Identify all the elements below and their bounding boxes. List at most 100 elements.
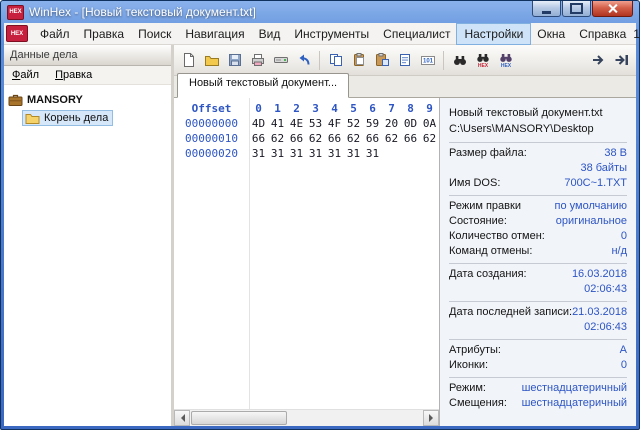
save-button[interactable] — [223, 49, 246, 72]
goto-offset-button[interactable] — [587, 49, 610, 72]
menu-item[interactable]: Правка — [77, 24, 132, 44]
maximize-button[interactable] — [562, 1, 591, 17]
find-hex-icon: HEX — [475, 52, 491, 68]
scroll-right-button[interactable] — [423, 410, 439, 426]
winhex-logo-icon: HEX — [6, 25, 28, 42]
info-value: 21.03.2018 — [572, 305, 627, 320]
info-row: Состояние: оригинальное — [449, 214, 627, 229]
copy-as-hex-button[interactable] — [393, 49, 416, 72]
copy-button[interactable] — [324, 49, 347, 72]
info-row: Имя DOS: 700C~1.TXT — [449, 176, 627, 191]
tab-document[interactable]: Новый текстовый документ... — [177, 73, 349, 98]
menu-item[interactable]: Окна — [530, 24, 572, 44]
tree-selection: Корень дела — [23, 111, 112, 125]
info-label: Смещения: — [449, 396, 507, 411]
tree-item-case-root[interactable]: Корень дела — [8, 109, 167, 127]
info-row: Дата последней записи: 21.03.2018 — [449, 305, 627, 320]
hex-byte[interactable]: 62 — [420, 131, 439, 146]
info-section-rows: Дата создания: 16.03.2018 02:06:43 — [449, 267, 627, 297]
undo-icon — [296, 52, 312, 68]
info-section-rows: Режим правки по умолчанию Состояние: ори… — [449, 199, 627, 259]
hex-byte[interactable]: 31 — [306, 146, 325, 161]
menu-item[interactable]: Настройки — [457, 24, 530, 44]
info-row: Количество отмен: 0 — [449, 229, 627, 244]
hex-byte[interactable]: 31 — [344, 146, 363, 161]
menu-item[interactable]: Специалист — [376, 24, 457, 44]
hex-byte[interactable]: 66 — [287, 131, 306, 146]
hex-byte[interactable]: 31 — [268, 146, 287, 161]
menu-item[interactable]: Поиск — [131, 24, 178, 44]
close-button[interactable] — [592, 1, 633, 17]
find-text-button[interactable] — [448, 49, 471, 72]
info-section: Режим правки по умолчанию Состояние: ори… — [449, 195, 627, 263]
case-icon — [8, 93, 23, 107]
hex-byte[interactable]: 0A — [420, 116, 439, 131]
copy-as-hex-icon — [397, 52, 413, 68]
paste-button[interactable] — [347, 49, 370, 72]
hex-byte[interactable]: 62 — [306, 131, 325, 146]
case-menu-item[interactable]: Файл — [4, 67, 47, 83]
folder-icon — [25, 112, 40, 124]
version-label: 19.6 x64 — [633, 27, 640, 41]
info-label: Дата последней записи: — [449, 305, 572, 320]
binary-convert-button[interactable]: 101 — [416, 49, 439, 72]
print-button[interactable] — [246, 49, 269, 72]
hex-byte[interactable]: 31 — [287, 146, 306, 161]
menu-item[interactable]: Инструменты — [287, 24, 376, 44]
menu-item[interactable]: Вид — [252, 24, 288, 44]
hex-byte[interactable]: 4D — [249, 116, 268, 131]
hex-byte[interactable]: 59 — [363, 116, 382, 131]
scroll-left-button[interactable] — [174, 410, 190, 426]
hex-byte[interactable]: 31 — [325, 146, 344, 161]
menu-item[interactable]: Справка — [572, 24, 633, 44]
hex-byte[interactable]: 0D — [401, 116, 420, 131]
winhex-app-icon: HEX — [7, 5, 24, 20]
hex-byte[interactable]: 66 — [363, 131, 382, 146]
hex-byte[interactable]: 20 — [382, 116, 401, 131]
open-file-icon — [204, 52, 220, 68]
scrollbar-track[interactable] — [190, 411, 423, 425]
title-bar[interactable]: HEX WinHex - [Новый текстовый документ.t… — [4, 1, 636, 23]
goto-offset-icon — [591, 52, 607, 68]
open-file-button[interactable] — [200, 49, 223, 72]
hex-byte[interactable]: 4F — [325, 116, 344, 131]
minimize-button[interactable] — [532, 1, 561, 17]
menu-item[interactable]: Файл — [33, 24, 77, 44]
info-row: 38 байты — [449, 161, 627, 176]
print-icon — [250, 52, 266, 68]
tree-item-case[interactable]: MANSORY — [8, 91, 167, 109]
scrollbar-thumb[interactable] — [191, 411, 287, 425]
horizontal-scrollbar[interactable] — [174, 409, 439, 426]
hex-byte[interactable]: 4E — [287, 116, 306, 131]
hex-byte[interactable]: 66 — [325, 131, 344, 146]
hex-byte[interactable]: 41 — [268, 116, 287, 131]
hex-byte[interactable]: 62 — [268, 131, 287, 146]
hex-editor[interactable]: Offset 0 1 2 — [174, 98, 439, 409]
tab-strip: Новый текстовый документ... — [174, 76, 636, 98]
hex-byte[interactable]: 53 — [306, 116, 325, 131]
continue-search-button[interactable] — [610, 49, 633, 72]
paste-into-new-button[interactable] — [370, 49, 393, 72]
new-file-button[interactable] — [177, 49, 200, 72]
hex-byte[interactable]: 52 — [344, 116, 363, 131]
menu-item[interactable]: Навигация — [178, 24, 251, 44]
hex-byte[interactable]: 31 — [363, 146, 382, 161]
case-menu-item[interactable]: Правка — [47, 67, 100, 83]
case-panel-title: Данные дела — [4, 45, 171, 66]
info-value: 700C~1.TXT — [564, 176, 627, 191]
hex-byte[interactable]: 62 — [344, 131, 363, 146]
hex-byte[interactable]: 66 — [249, 131, 268, 146]
menu-items: Файл Правка Поиск Навигация Вид Инструме… — [33, 23, 633, 44]
window-controls — [532, 1, 633, 17]
open-disk-button[interactable] — [269, 49, 292, 72]
hex-byte-group: 4D 41 4E 53 — [249, 116, 439, 131]
replace-hex-button[interactable]: HEX — [494, 49, 517, 72]
hex-byte[interactable]: 66 — [401, 131, 420, 146]
find-hex-button[interactable]: HEX — [471, 49, 494, 72]
info-value: по умолчанию — [555, 199, 627, 214]
undo-button[interactable] — [292, 49, 315, 72]
hex-column-header: 1 — [268, 101, 287, 116]
hex-byte[interactable]: 62 — [382, 131, 401, 146]
info-value: 0 — [621, 229, 627, 244]
hex-byte[interactable]: 31 — [249, 146, 268, 161]
